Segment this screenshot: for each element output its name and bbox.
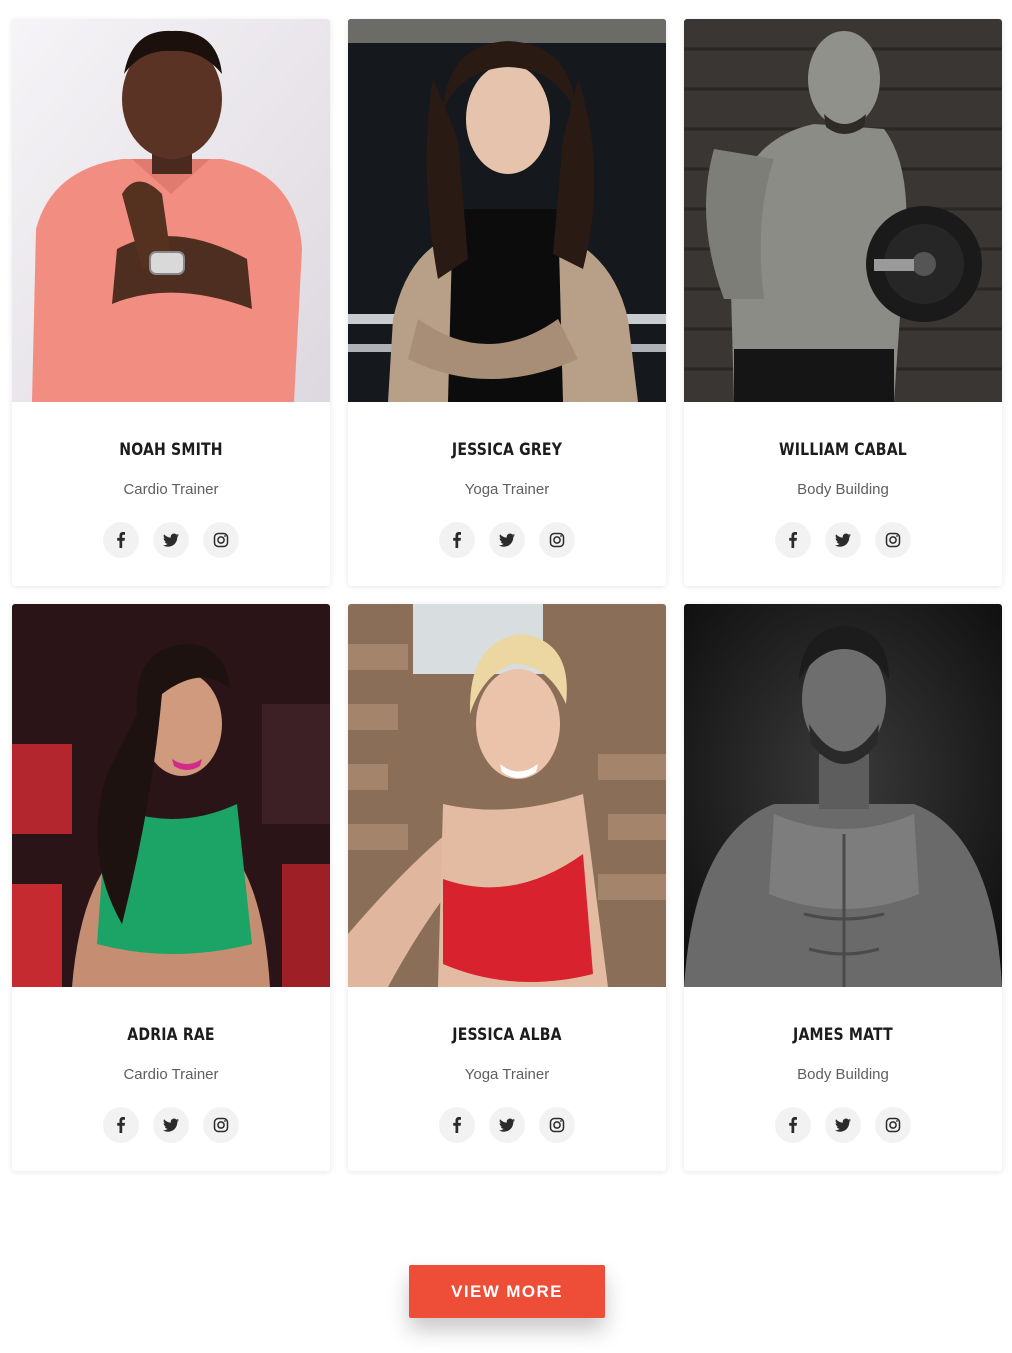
social-links	[12, 522, 330, 558]
facebook-icon[interactable]	[103, 522, 139, 558]
instagram-icon[interactable]	[539, 1107, 575, 1143]
twitter-icon[interactable]	[153, 1107, 189, 1143]
social-links	[348, 522, 666, 558]
trainer-photo	[348, 19, 666, 402]
trainer-role: Body Building	[797, 1066, 889, 1083]
instagram-icon[interactable]	[539, 522, 575, 558]
twitter-icon[interactable]	[825, 1107, 861, 1143]
trainer-role: Cardio Trainer	[123, 481, 219, 498]
trainer-card: JESSICA ALBA Yoga Trainer	[348, 604, 666, 1171]
trainer-name: ADRIA RAE	[127, 1025, 215, 1045]
twitter-icon[interactable]	[489, 1107, 525, 1143]
trainer-name: JAMES MATT	[793, 1025, 893, 1045]
facebook-icon[interactable]	[775, 522, 811, 558]
trainer-name: WILLIAM CABAL	[779, 440, 907, 460]
facebook-icon[interactable]	[103, 1107, 139, 1143]
social-links	[348, 1107, 666, 1143]
trainer-photo	[684, 604, 1002, 987]
social-links	[684, 1107, 1002, 1143]
trainer-card: NOAH SMITH Cardio Trainer	[12, 19, 330, 586]
trainer-role: Yoga Trainer	[464, 1066, 550, 1083]
social-links	[684, 522, 1002, 558]
trainer-role: Cardio Trainer	[123, 1066, 219, 1083]
trainer-card: WILLIAM CABAL Body Building	[684, 19, 1002, 586]
trainer-photo	[348, 604, 666, 987]
trainer-name: JESSICA ALBA	[452, 1025, 562, 1045]
instagram-icon[interactable]	[203, 522, 239, 558]
twitter-icon[interactable]	[825, 522, 861, 558]
facebook-icon[interactable]	[439, 1107, 475, 1143]
facebook-icon[interactable]	[439, 522, 475, 558]
twitter-icon[interactable]	[153, 522, 189, 558]
trainer-card: ADRIA RAE Cardio Trainer	[12, 604, 330, 1171]
trainer-role: Body Building	[797, 481, 889, 498]
trainer-name: NOAH SMITH	[119, 440, 223, 460]
twitter-icon[interactable]	[489, 522, 525, 558]
instagram-icon[interactable]	[203, 1107, 239, 1143]
trainer-photo	[12, 604, 330, 987]
trainer-photo	[12, 19, 330, 402]
trainer-name: JESSICA GREY	[451, 440, 563, 460]
instagram-icon[interactable]	[875, 1107, 911, 1143]
view-more-button[interactable]: VIEW MORE	[409, 1265, 605, 1318]
social-links	[12, 1107, 330, 1143]
trainer-card: JESSICA GREY Yoga Trainer	[348, 19, 666, 586]
trainer-card: JAMES MATT Body Building	[684, 604, 1002, 1171]
facebook-icon[interactable]	[775, 1107, 811, 1143]
trainer-photo	[684, 19, 1002, 402]
instagram-icon[interactable]	[875, 522, 911, 558]
trainer-role: Yoga Trainer	[464, 481, 550, 498]
